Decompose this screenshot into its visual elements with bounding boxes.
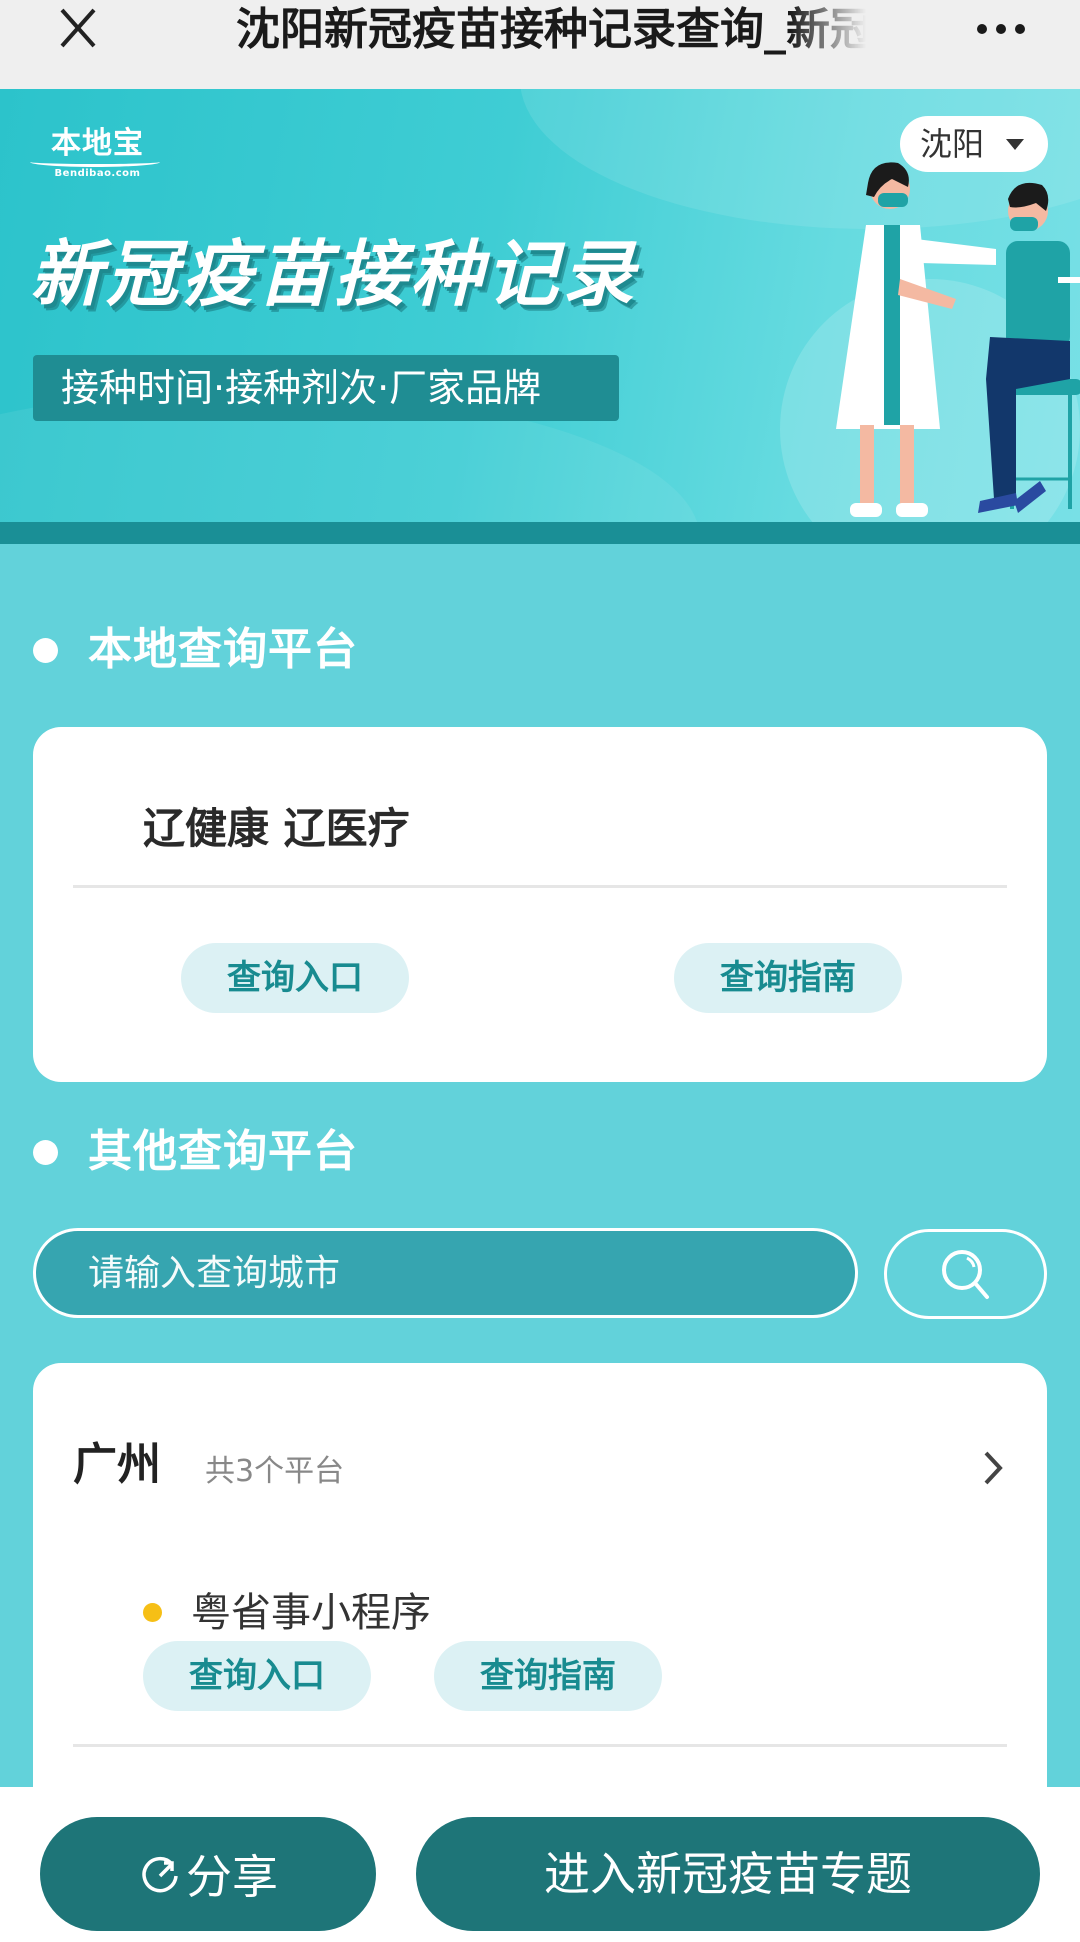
close-icon [60,8,96,48]
selected-city: 沈阳 [920,125,985,163]
query-guide-button[interactable]: 查询指南 [434,1641,662,1711]
search-icon [941,1250,989,1299]
vaccine-topic-button[interactable]: 进入新冠疫苗专题 [416,1817,1040,1931]
search-button[interactable] [884,1229,1047,1319]
more-dot [996,24,1006,34]
logo-domain: Bendibao.com [54,168,141,179]
divider [73,1744,1007,1747]
city-search-input[interactable] [33,1228,858,1318]
platform-name: 辽健康 辽医疗 [143,804,410,853]
page-title: 沈阳新冠疫苗接种记录查询_新冠疫苗接种记录 [236,4,866,55]
city-name: 广州 [73,1439,161,1490]
local-section-heading: 本地查询平台 [33,620,358,680]
other-section-heading: 其他查询平台 [33,1122,358,1182]
caret-down-icon [1006,138,1025,150]
chevron-right-icon[interactable] [978,1443,1008,1493]
divider [73,885,1007,888]
hero-banner: 本地宝 Bendibao.com 新冠疫苗接种记录 接种时间·接种剂次·厂家品牌 [0,89,1080,522]
banner-title: 新冠疫苗接种记录 [30,232,639,316]
section-title: 其他查询平台 [88,1126,358,1177]
more-dots-icon [977,24,987,34]
bendibao-logo: 本地宝 Bendibao.com [30,127,165,189]
local-platform-card: 辽健康 辽医疗 查询入口 查询指南 [33,727,1047,1082]
query-entry-button[interactable]: 查询入口 [181,943,409,1013]
top-nav-bar: 沈阳新冠疫苗接种记录查询_新冠疫苗接种记录 [0,0,1080,89]
logo-text: 本地宝 [51,126,144,161]
section-title: 本地查询平台 [88,624,358,675]
more-dot [1015,24,1025,34]
share-label: 分享 [186,1850,278,1904]
banner-subtitle: 接种时间·接种剂次·厂家品牌 [33,355,619,421]
bullet-dot-icon [33,1139,58,1165]
query-guide-button[interactable]: 查询指南 [674,943,902,1013]
share-icon [142,1856,178,1893]
vaccination-illustration [836,162,1080,517]
city-selector[interactable]: 沈阳 [900,116,1048,172]
share-button[interactable]: 分享 [40,1817,376,1931]
close-button[interactable] [50,4,106,54]
query-entry-button[interactable]: 查询入口 [143,1641,371,1711]
platform-bullet-icon [143,1603,162,1622]
platform-name: 粤省事小程序 [191,1590,431,1636]
bullet-dot-icon [33,637,58,663]
platform-count: 共3个平台 [205,1454,345,1489]
bottom-action-bar: 分享 进入新冠疫苗专题 [0,1787,1080,1942]
banner-bottom-strip [0,522,1080,544]
more-button[interactable] [970,14,1032,44]
